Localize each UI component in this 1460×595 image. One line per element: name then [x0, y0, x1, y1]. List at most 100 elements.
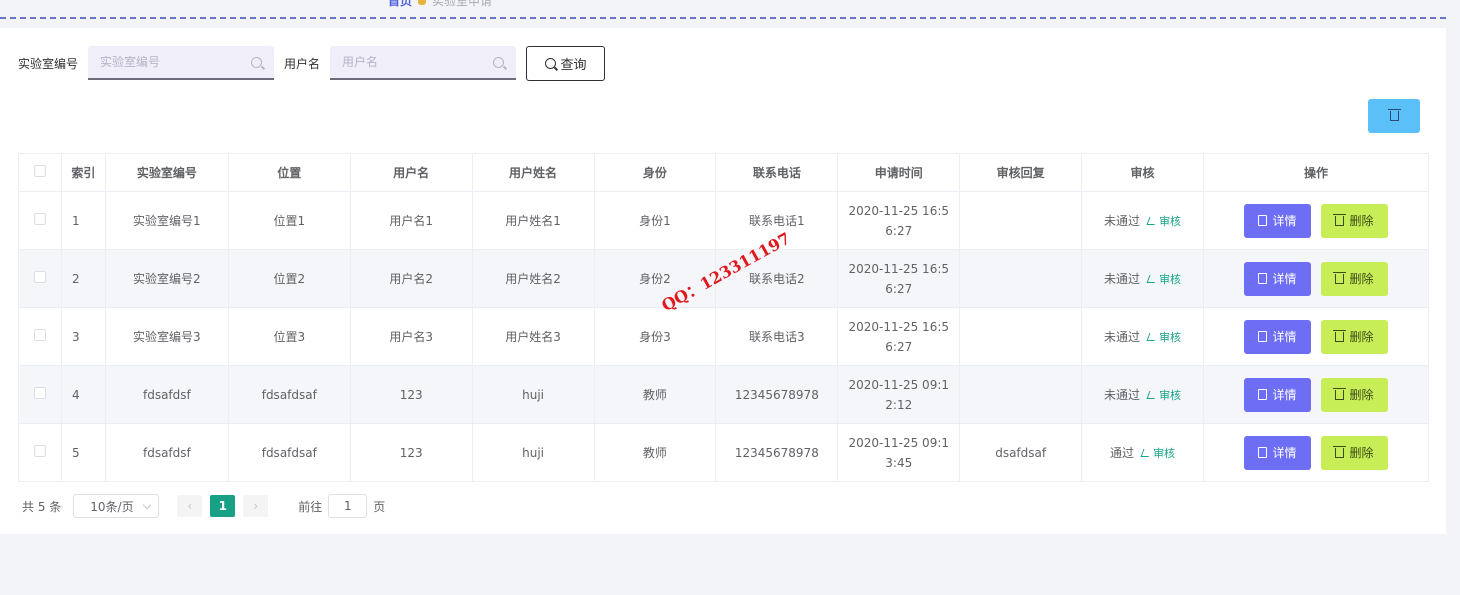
- audit-link[interactable]: 审核: [1140, 445, 1176, 461]
- detail-button[interactable]: 详情: [1244, 435, 1311, 470]
- username-input[interactable]: [342, 55, 483, 69]
- delete-button-label: 删除: [1349, 214, 1374, 228]
- cell-role: 教师: [593, 423, 717, 482]
- lab-number-field[interactable]: [88, 46, 275, 80]
- cell-time: 2020-11-25 16:5 6:27: [837, 249, 961, 308]
- row-checkbox[interactable]: [33, 445, 46, 457]
- document-icon: [1258, 215, 1268, 226]
- delete-button-label: 删除: [1349, 330, 1374, 344]
- cell-name: 用户姓名3: [471, 307, 595, 366]
- time-line-2: 6:27: [885, 223, 913, 238]
- audit-link-label: 审核: [1159, 388, 1182, 402]
- delete-button[interactable]: 删除: [1321, 203, 1388, 238]
- cell-time: 2020-11-25 09:1 3:45: [837, 423, 961, 482]
- time-line-1: 2020-11-25 09:1: [848, 377, 950, 392]
- column-header-index: 索引: [60, 153, 106, 192]
- document-icon: [1258, 447, 1268, 458]
- query-button[interactable]: 查询: [526, 45, 606, 81]
- detail-button[interactable]: 详情: [1244, 377, 1311, 412]
- status-text: 未通过: [1104, 330, 1141, 344]
- time-line-2: 2:12: [885, 397, 913, 412]
- cell-username: 用户名2: [349, 249, 473, 308]
- next-page-button[interactable]: ›: [243, 495, 269, 517]
- row-checkbox[interactable]: [33, 329, 46, 341]
- trash-icon: [1333, 329, 1347, 342]
- username-label: 用户名: [284, 56, 321, 71]
- cell-index: 1: [60, 191, 106, 250]
- time-line-2: 6:27: [885, 339, 913, 354]
- row-checkbox[interactable]: [33, 387, 46, 399]
- audit-link[interactable]: 审核: [1146, 271, 1182, 287]
- total-count: 共 5 条: [22, 499, 62, 514]
- row-checkbox[interactable]: [33, 271, 46, 283]
- table-header-row: 索引 实验室编号 位置 用户名 用户姓名 身份 联系电话 申请时间 审核回复 审…: [18, 153, 1429, 192]
- goto-suffix: 页: [373, 499, 386, 514]
- cell-audit: 未通过 审核: [1081, 365, 1205, 424]
- select-all-cell[interactable]: [18, 153, 62, 192]
- audit-link-label: 审核: [1153, 446, 1176, 460]
- delete-button[interactable]: 删除: [1321, 377, 1388, 412]
- search-icon: [544, 57, 556, 69]
- audit-link-label: 审核: [1159, 330, 1182, 344]
- detail-button[interactable]: 详情: [1244, 261, 1311, 296]
- username-field[interactable]: [330, 46, 517, 80]
- cell-index: 4: [60, 365, 106, 424]
- detail-button[interactable]: 详情: [1244, 203, 1311, 238]
- delete-button[interactable]: 删除: [1321, 319, 1388, 354]
- detail-button-label: 详情: [1272, 446, 1297, 460]
- breadcrumb-home[interactable]: 首页: [388, 0, 412, 9]
- column-header-name: 用户姓名: [471, 153, 595, 192]
- delete-button-label: 删除: [1349, 388, 1374, 402]
- cell-location: fdsafdsaf: [227, 423, 351, 482]
- edit-icon: [1146, 216, 1158, 225]
- detail-button[interactable]: 详情: [1244, 319, 1311, 354]
- cell-time: 2020-11-25 16:5 6:27: [837, 191, 961, 250]
- audit-link-label: 审核: [1159, 272, 1182, 286]
- table-row: 1 实验室编号1 位置1 用户名1 用户姓名1 身份1 联系电话1 2020-1…: [18, 191, 1429, 250]
- cell-role: 教师: [593, 365, 717, 424]
- cell-reply: [959, 365, 1083, 424]
- cell-name: 用户姓名2: [471, 249, 595, 308]
- time-line-1: 2020-11-25 16:5: [848, 319, 950, 334]
- batch-delete-button[interactable]: [1368, 99, 1420, 133]
- cell-time: 2020-11-25 09:1 2:12: [837, 365, 961, 424]
- cell-lab: fdsafdsf: [104, 423, 229, 482]
- status-text: 通过: [1110, 446, 1135, 460]
- page-size-select[interactable]: 10条/页: [73, 494, 160, 518]
- cell-reply: [959, 249, 1083, 308]
- detail-button-label: 详情: [1272, 214, 1297, 228]
- breadcrumb: 首页 实验室申请: [388, 0, 492, 8]
- row-checkbox[interactable]: [33, 213, 46, 225]
- document-icon: [1258, 273, 1268, 284]
- cell-reply: dsafdsaf: [959, 423, 1083, 482]
- column-header-time: 申请时间: [837, 153, 961, 192]
- table-row: 3 实验室编号3 位置3 用户名3 用户姓名3 身份3 联系电话3 2020-1…: [18, 307, 1429, 366]
- audit-link[interactable]: 审核: [1146, 213, 1181, 229]
- delete-button[interactable]: 删除: [1321, 261, 1388, 296]
- page-size-value: 10条/页: [90, 499, 134, 514]
- cell-name: huji: [471, 365, 595, 424]
- cell-index: 5: [60, 423, 106, 482]
- audit-link[interactable]: 审核: [1146, 329, 1182, 345]
- column-header-audit: 审核: [1081, 153, 1205, 192]
- edit-icon: [1140, 448, 1152, 457]
- lab-number-input[interactable]: [100, 55, 241, 69]
- goto-page-input[interactable]: 1: [328, 494, 368, 518]
- edit-icon: [1146, 390, 1158, 399]
- audit-link[interactable]: 审核: [1146, 387, 1182, 403]
- detail-button-label: 详情: [1272, 330, 1297, 344]
- cell-audit: 未通过 审核: [1081, 307, 1205, 366]
- time-line-1: 2020-11-25 09:1: [848, 435, 950, 450]
- search-icon: [251, 56, 263, 68]
- trash-icon: [1333, 213, 1347, 226]
- cell-actions: 详情 删除: [1203, 249, 1429, 308]
- prev-page-button[interactable]: ‹: [177, 495, 203, 517]
- cell-location: 位置2: [227, 249, 351, 308]
- column-header-actions: 操作: [1203, 153, 1429, 192]
- page-number-button[interactable]: 1: [210, 495, 236, 517]
- cell-username: 123: [349, 423, 473, 482]
- delete-button[interactable]: 删除: [1321, 435, 1388, 470]
- select-all-checkbox[interactable]: [33, 165, 46, 177]
- cell-location: 位置1: [227, 191, 351, 250]
- column-header-phone: 联系电话: [715, 153, 839, 192]
